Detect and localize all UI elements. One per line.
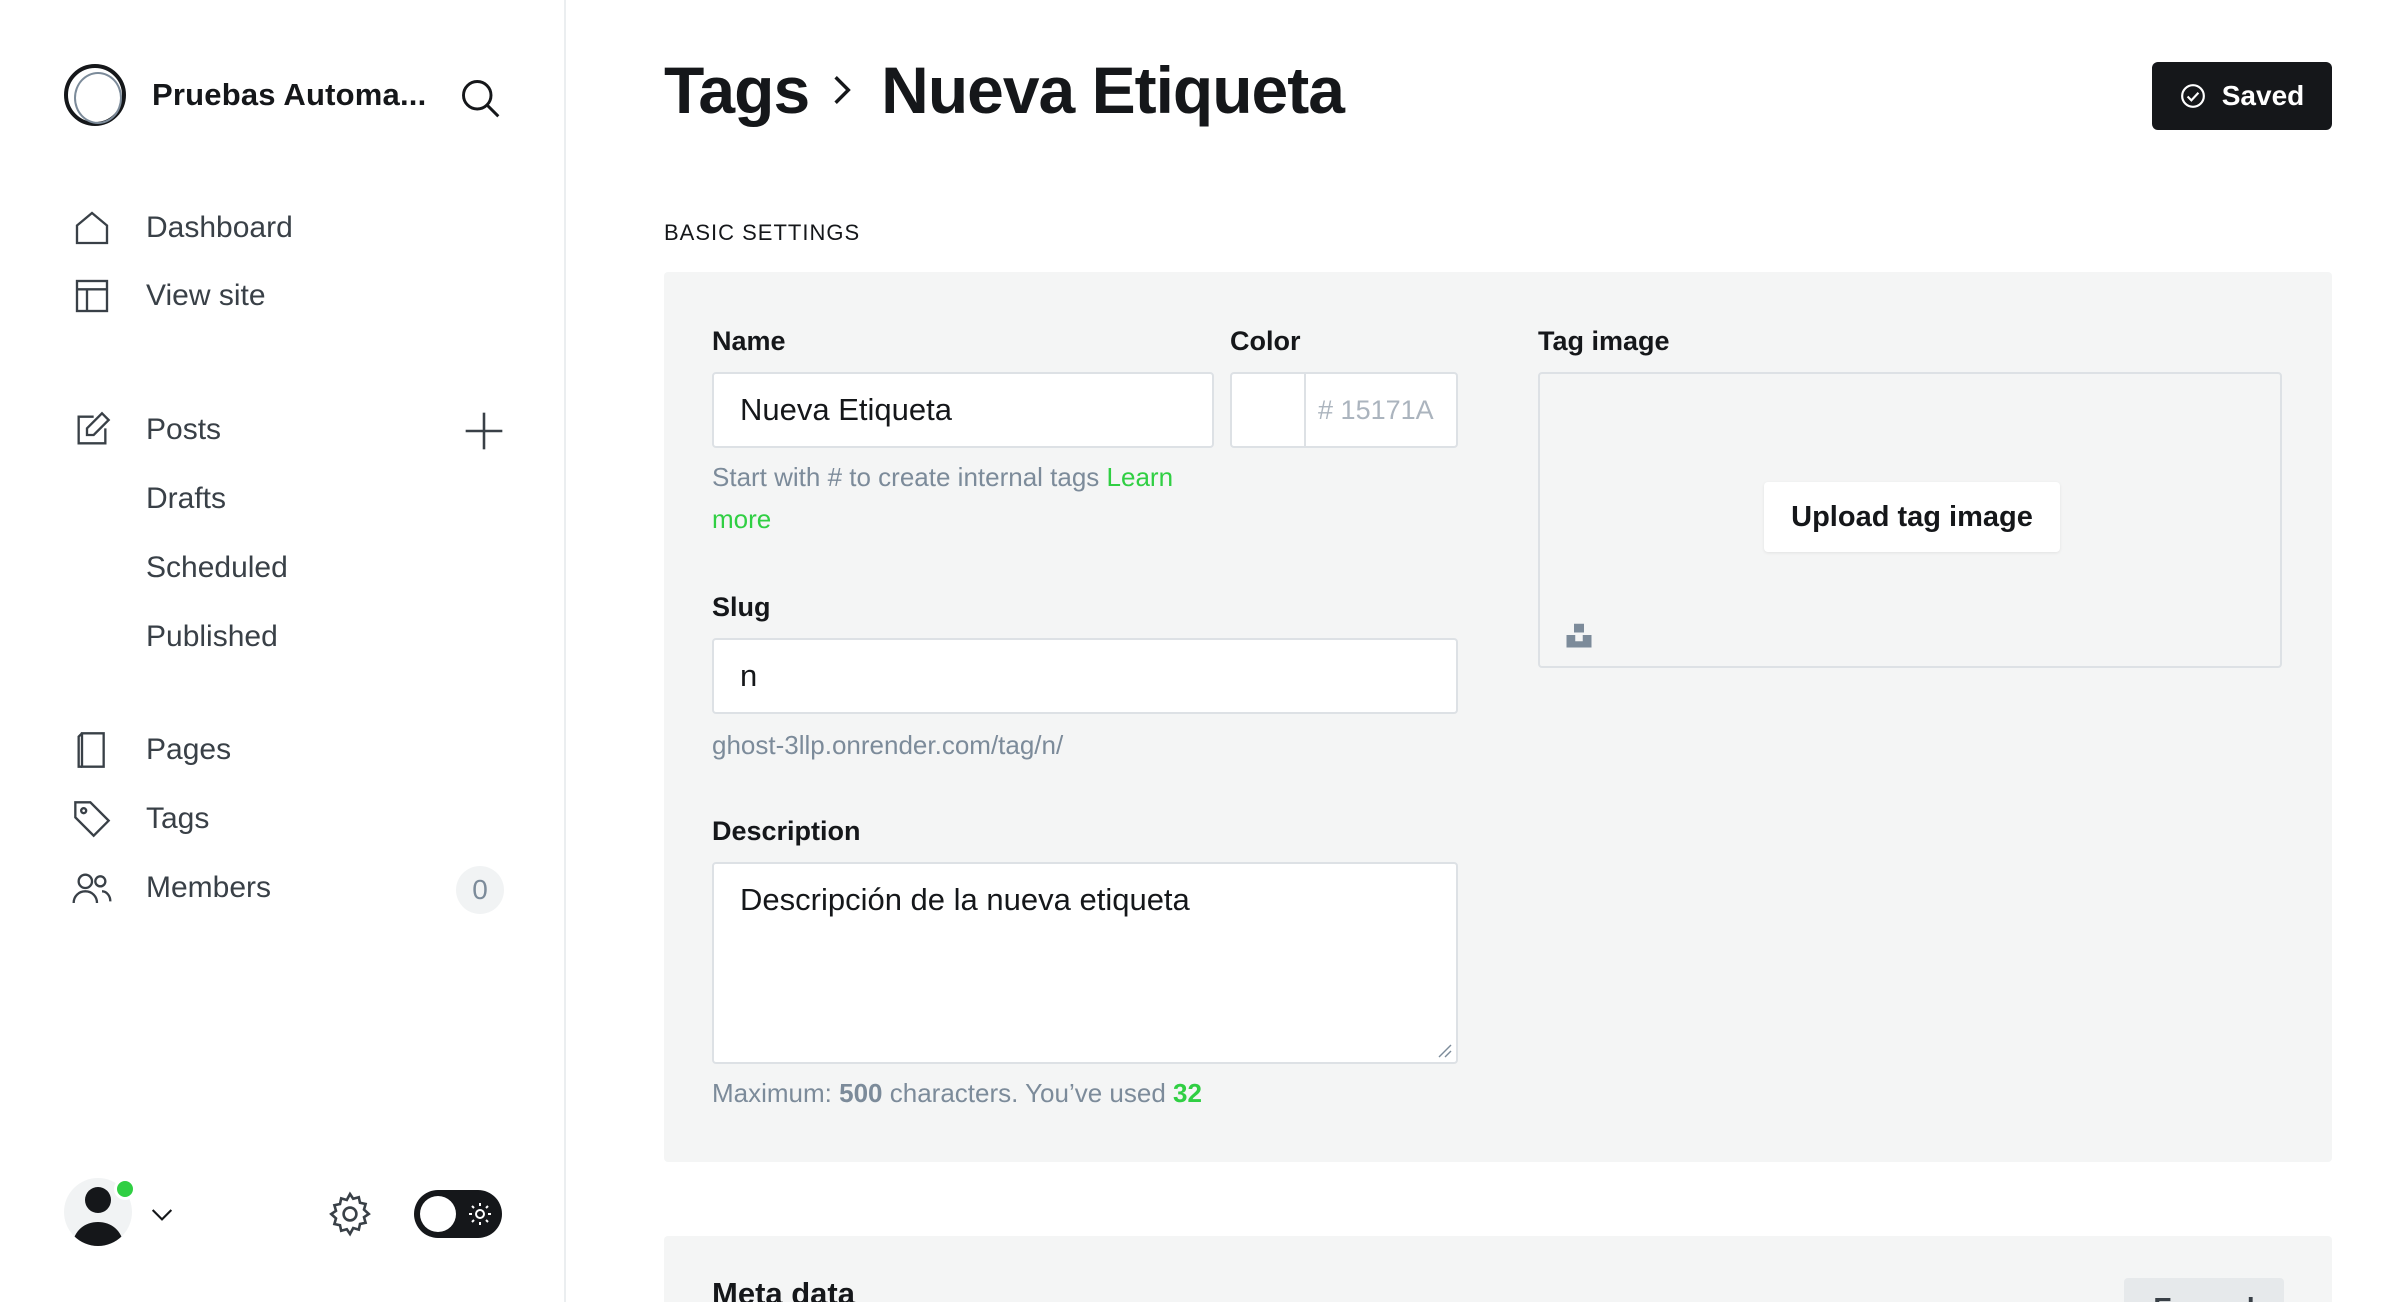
home-icon	[75, 211, 109, 245]
description-char-count: Maximum: 500 characters. You’ve used 32	[712, 1072, 1202, 1114]
layout-icon	[75, 279, 109, 313]
resize-handle-icon[interactable]	[1436, 1042, 1452, 1058]
gear-icon[interactable]	[326, 1190, 374, 1238]
description-label: Description	[712, 816, 861, 846]
save-button-label: Saved	[2221, 80, 2305, 111]
basic-settings-heading: BASIC SETTINGS	[664, 220, 861, 245]
page-icon	[77, 732, 105, 768]
color-hex-input[interactable]: # 15171A	[1306, 374, 1434, 446]
char-max: 500	[839, 1078, 883, 1108]
char-used: 32	[1173, 1078, 1202, 1108]
nav-pages-label: Pages	[146, 733, 232, 766]
color-field[interactable]: # 15171A	[1230, 372, 1458, 448]
nav-members-label: Members	[146, 871, 272, 904]
upload-tag-image-button[interactable]: Upload tag image	[1764, 482, 2060, 552]
char-count-middle: characters. You’ve used	[882, 1078, 1174, 1108]
new-post-plus-icon[interactable]	[462, 409, 506, 453]
search-icon[interactable]	[458, 76, 502, 120]
nav-dashboard[interactable]: Dashboard	[72, 208, 293, 248]
color-hash: #	[1318, 394, 1334, 425]
nav-view-site[interactable]: View site	[72, 276, 266, 316]
chevron-right-icon	[829, 73, 855, 107]
color-swatch[interactable]	[1232, 374, 1306, 446]
members-icon	[72, 873, 112, 904]
site-name: Pruebas Automa...	[152, 77, 427, 112]
check-circle-icon	[2180, 84, 2205, 108]
nav-posts[interactable]: Posts	[72, 410, 221, 450]
nav-tags[interactable]: Tags	[72, 799, 209, 839]
name-label: Name	[712, 326, 786, 356]
tag-image-label: Tag image	[1538, 326, 1670, 356]
nav-published[interactable]: Published	[146, 620, 278, 654]
nav-view-site-label: View site	[146, 279, 266, 312]
unsplash-icon[interactable]	[1564, 620, 1594, 650]
meta-data-panel: Meta data Expand	[664, 1236, 2332, 1302]
char-count-prefix: Maximum:	[712, 1078, 840, 1108]
nav-members[interactable]: Members	[72, 868, 271, 908]
save-button[interactable]: Saved	[2152, 62, 2332, 130]
nav-pages[interactable]: Pages	[72, 730, 231, 770]
description-textarea[interactable]: Descripción de la nueva etiqueta	[712, 862, 1458, 1064]
page-header: Tags Nueva Etiqueta	[664, 52, 1345, 128]
slug-label: Slug	[712, 592, 771, 622]
name-hint: Start with # to create internal tags Lea…	[712, 456, 1232, 540]
name-input[interactable]: Nueva Etiqueta	[712, 372, 1214, 448]
nav-drafts[interactable]: Drafts	[146, 482, 226, 516]
description-value: Descripción de la nueva etiqueta	[740, 882, 1190, 917]
chevron-down-icon[interactable]	[146, 1198, 178, 1230]
sun-icon	[469, 1203, 491, 1225]
breadcrumb-tags-link[interactable]: Tags	[664, 52, 810, 128]
edit-icon	[77, 411, 111, 445]
nav-dashboard-label: Dashboard	[146, 211, 293, 244]
name-hint-text: Start with # to create internal tags	[712, 462, 1107, 492]
online-status-dot	[114, 1178, 136, 1200]
nav-scheduled[interactable]: Scheduled	[146, 551, 288, 585]
slug-input[interactable]: n	[712, 638, 1458, 714]
tag-icon	[74, 801, 111, 838]
meta-data-title: Meta data	[712, 1276, 855, 1302]
nav-tags-label: Tags	[146, 802, 210, 835]
slug-url-preview: ghost-3llp.onrender.com/tag/n/	[712, 730, 1064, 760]
toggle-knob	[420, 1196, 456, 1232]
site-logo	[64, 64, 126, 126]
members-count-badge: 0	[456, 866, 504, 914]
site-brand[interactable]: Pruebas Automa...	[64, 64, 426, 126]
expand-meta-button[interactable]: Expand	[2124, 1278, 2284, 1302]
theme-toggle[interactable]	[414, 1190, 502, 1238]
page-title: Nueva Etiqueta	[881, 53, 1345, 127]
color-label: Color	[1230, 326, 1301, 356]
tag-image-dropzone[interactable]: Upload tag image	[1538, 372, 2282, 668]
sidebar: Pruebas Automa... Dashboard View site Po…	[0, 0, 566, 1302]
nav-posts-label: Posts	[146, 413, 222, 446]
color-hex-placeholder: 15171A	[1340, 394, 1434, 425]
